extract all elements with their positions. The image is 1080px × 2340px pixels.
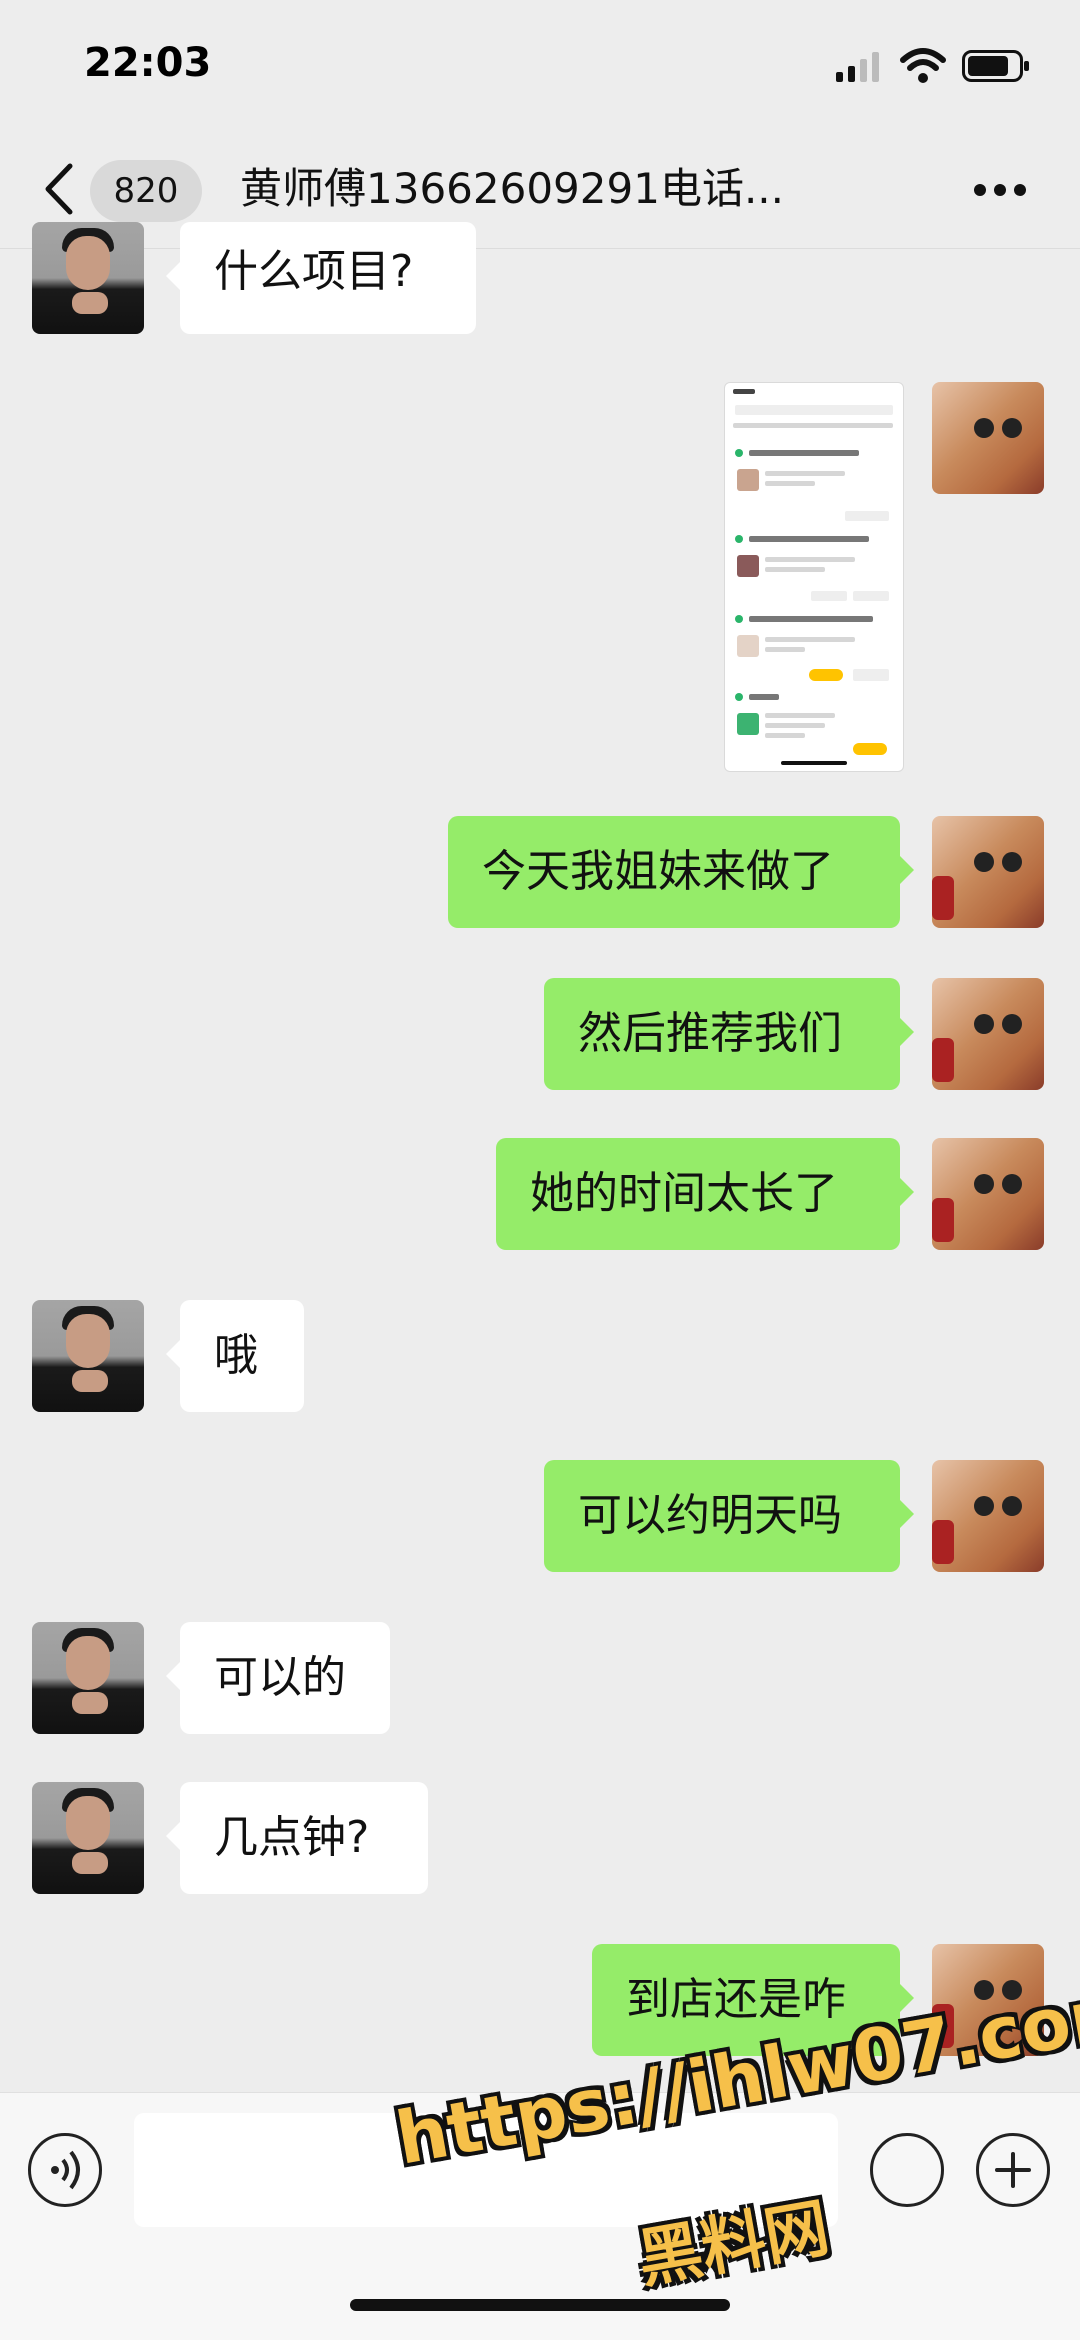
chat-header: 820 黄师傅13662609291电话... (0, 130, 1080, 249)
message-bubble-sent[interactable]: 今天我姐妹来做了 (448, 816, 914, 928)
unread-count-badge[interactable]: 820 (90, 160, 202, 222)
message-bubble-received[interactable]: 哦 (166, 1300, 304, 1412)
battery-icon (962, 50, 1029, 82)
back-icon[interactable] (40, 160, 80, 218)
contact-avatar[interactable] (32, 1622, 144, 1734)
chat-title: 黄师傅13662609291电话... (240, 164, 784, 213)
more-icon[interactable] (972, 182, 1028, 198)
contact-avatar[interactable] (32, 222, 144, 334)
plus-icon[interactable] (976, 2133, 1050, 2207)
wifi-icon (900, 48, 946, 83)
contact-avatar[interactable] (32, 1782, 144, 1894)
message-bubble-received[interactable]: 几点钟? (166, 1782, 428, 1894)
voice-icon[interactable] (28, 2133, 102, 2207)
screenshot-image-message[interactable] (724, 382, 904, 772)
my-avatar[interactable] (932, 978, 1044, 1090)
signal-icon (836, 52, 879, 82)
my-avatar[interactable] (932, 816, 1044, 928)
status-time: 22:03 (84, 40, 212, 86)
my-avatar[interactable] (932, 1460, 1044, 1572)
message-bubble-received[interactable]: 什么项目? (166, 222, 476, 334)
message-bubble-sent[interactable]: 然后推荐我们 (544, 978, 914, 1090)
message-bubble-received[interactable]: 可以的 (166, 1622, 390, 1734)
my-avatar[interactable] (932, 382, 1044, 494)
message-bubble-sent[interactable]: 她的时间太长了 (496, 1138, 914, 1250)
emoji-icon[interactable] (870, 2133, 944, 2207)
contact-avatar[interactable] (32, 1300, 144, 1412)
status-bar: 22:03 (0, 0, 1080, 130)
home-indicator (350, 2299, 730, 2311)
my-avatar[interactable] (932, 1138, 1044, 1250)
message-bubble-sent[interactable]: 可以约明天吗 (544, 1460, 914, 1572)
